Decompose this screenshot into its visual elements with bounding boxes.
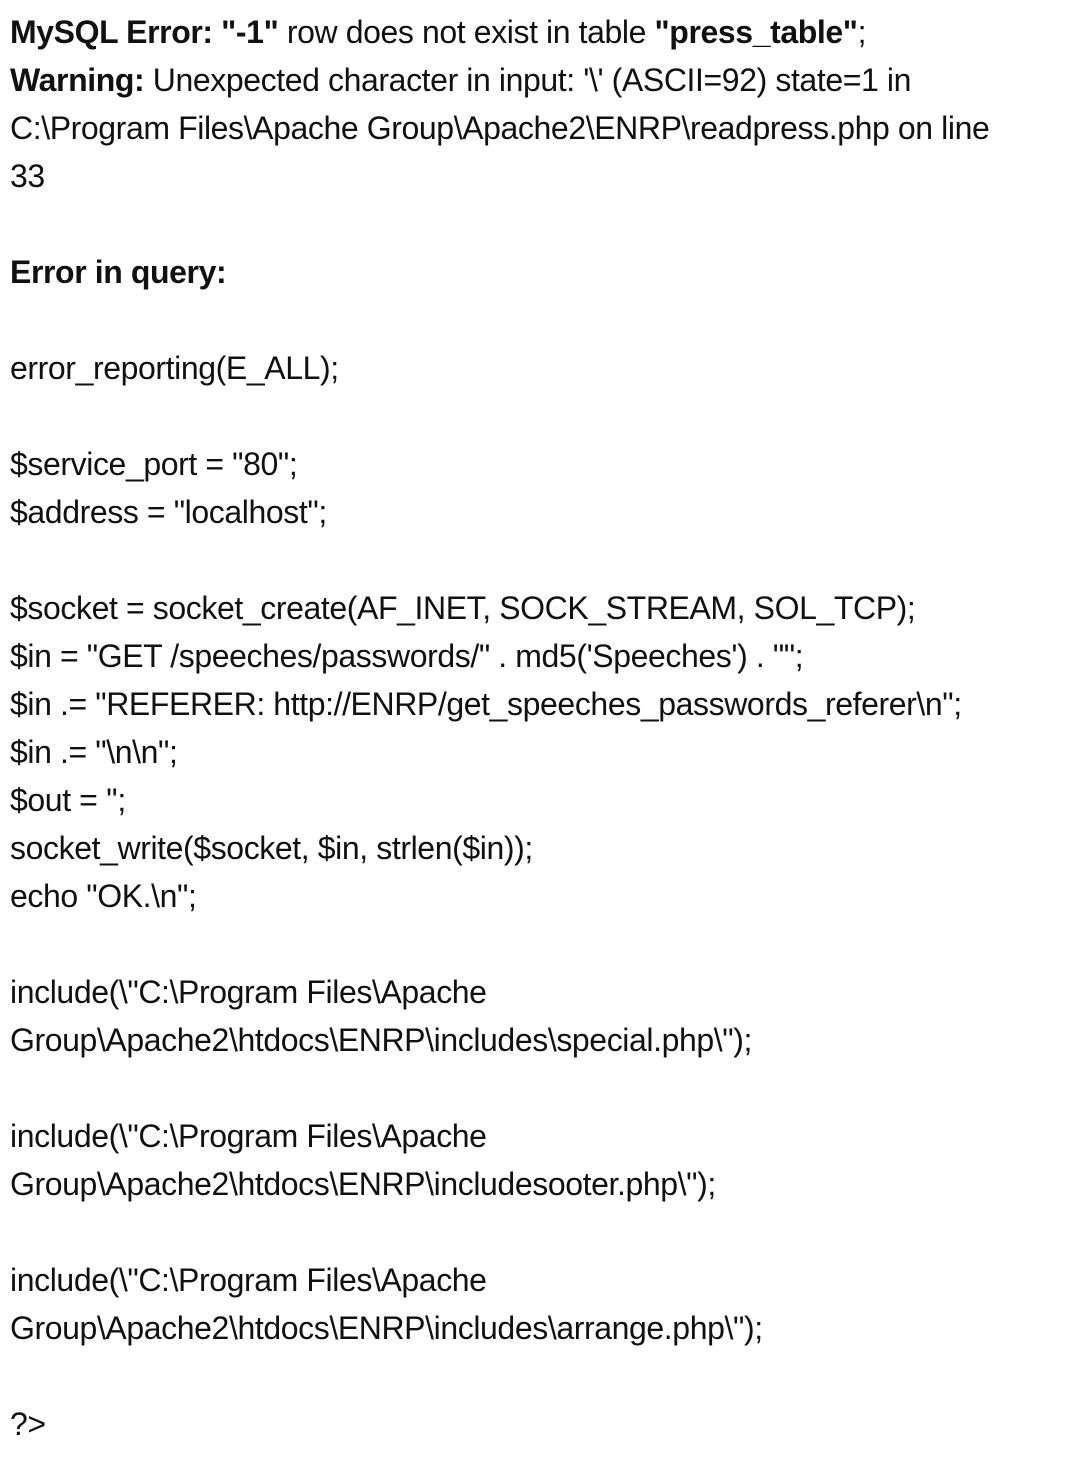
- code-line: echo "OK.\n";: [10, 878, 197, 914]
- php-close-tag: ?>: [10, 1406, 46, 1442]
- query-heading-text: Error in query:: [10, 254, 227, 290]
- row-text: row does not exist in table: [278, 14, 655, 50]
- code-line: $in .= "REFERER: http://ENRP/get_speeche…: [10, 686, 962, 722]
- code-line: $address = "localhost";: [10, 494, 327, 530]
- code-line: $out = '';: [10, 782, 126, 818]
- include-line: include(\"C:\Program Files\Apache: [10, 974, 487, 1010]
- code-line: socket_write($socket, $in, strlen($in));: [10, 830, 533, 866]
- mysql-error-label: MySQL Error:: [10, 14, 213, 50]
- include-line: include(\"C:\Program Files\Apache: [10, 1118, 487, 1154]
- code-line: $service_port = "80";: [10, 446, 298, 482]
- warning-text: Unexpected character in input: '\' (ASCI…: [144, 62, 912, 98]
- table-name: "press_table": [654, 14, 858, 50]
- warning-label: Warning:: [10, 62, 145, 98]
- include-line: Group\Apache2\htdocs\ENRP\includes\arran…: [10, 1310, 763, 1346]
- code-line: $in .= "\n\n";: [10, 734, 178, 770]
- include-line: Group\Apache2\htdocs\ENRP\includesooter.…: [10, 1166, 716, 1202]
- code-line: error_reporting(E_ALL);: [10, 350, 339, 386]
- code-line: $in = "GET /speeches/passwords/" . md5('…: [10, 638, 804, 674]
- warning-line-number: 33: [10, 158, 45, 194]
- error-output: MySQL Error: "-1" row does not exist in …: [10, 8, 1064, 1448]
- include-line: Group\Apache2\htdocs\ENRP\includes\speci…: [10, 1022, 753, 1058]
- terminator: ;: [857, 14, 867, 50]
- warning-line: Warning: Unexpected character in input: …: [10, 56, 1064, 104]
- mysql-error-line: MySQL Error: "-1" row does not exist in …: [10, 8, 1064, 56]
- warning-path: C:\Program Files\Apache Group\Apache2\EN…: [10, 110, 990, 146]
- code-line: $socket = socket_create(AF_INET, SOCK_ST…: [10, 590, 916, 626]
- query-heading: Error in query:: [10, 248, 1064, 296]
- row-value: "-1": [221, 14, 279, 50]
- include-line: include(\"C:\Program Files\Apache: [10, 1262, 487, 1298]
